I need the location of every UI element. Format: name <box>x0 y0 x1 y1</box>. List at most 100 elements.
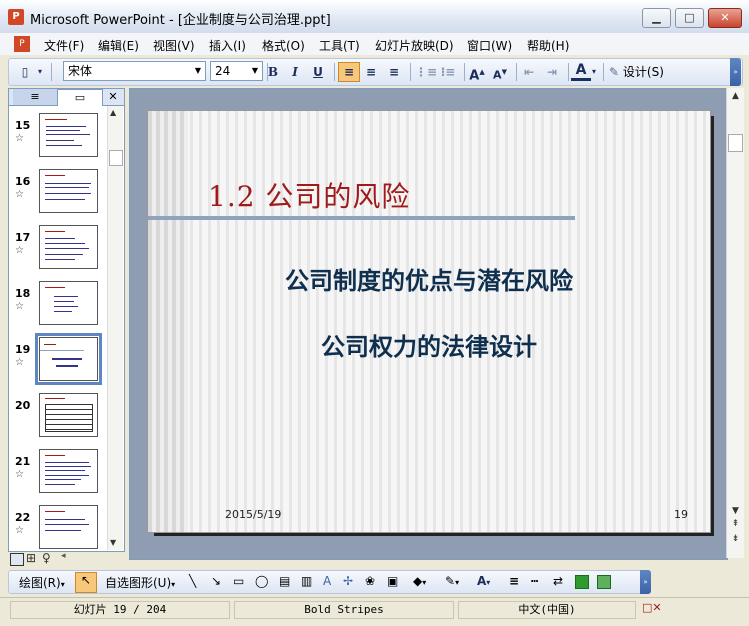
slide-thumbnail-16[interactable] <box>39 169 98 213</box>
bold-button[interactable]: B <box>263 62 283 82</box>
thumbnail-number: 16 <box>15 175 31 188</box>
slide-thumbnail-18[interactable] <box>39 281 98 325</box>
line-icon[interactable]: ╲ <box>189 574 196 588</box>
bullets-icon[interactable]: ⁝≡ <box>438 62 458 82</box>
chevron-down-icon[interactable]: ▼ <box>191 62 205 80</box>
animation-star-icon: ☆ <box>15 357 24 368</box>
status-bar: 幻灯片 19 / 204 Bold Stripes 中文(中国) □✕ <box>0 597 749 626</box>
window-title: Microsoft PowerPoint - [企业制度与公司治理.ppt] <box>30 13 331 28</box>
chevron-down-icon[interactable]: ▼ <box>248 62 262 80</box>
increase-indent-icon[interactable]: ⇥ <box>542 62 562 82</box>
align-center-icon[interactable]: ≡ <box>361 62 381 82</box>
arrow-icon[interactable]: ↘ <box>211 574 221 588</box>
underline-button[interactable]: U <box>308 62 328 82</box>
scroll-left-icon[interactable]: ◂ <box>61 551 66 561</box>
current-slide[interactable]: 1.2 公司的风险 公司制度的优点与潜在风险 公司权力的法律设计 2015/5/… <box>147 110 711 533</box>
scroll-thumb[interactable] <box>728 134 743 152</box>
oval-icon[interactable]: ◯ <box>255 574 268 588</box>
toolbar-divider <box>568 63 569 81</box>
spelling-status-icon[interactable]: □✕ <box>642 601 662 614</box>
slide-thumbnail-19[interactable] <box>35 333 102 385</box>
menu-window[interactable]: 窗口(W) <box>467 37 512 54</box>
clipart-icon[interactable]: ❀ <box>365 574 375 588</box>
fill-color-icon[interactable]: ◆▾ <box>413 574 426 588</box>
diagram-icon[interactable]: ✢ <box>343 574 353 588</box>
new-document-icon[interactable]: ▯ <box>15 62 35 82</box>
scroll-down-icon[interactable]: ▼ <box>727 506 744 516</box>
toolbar-options-icon[interactable]: » <box>730 58 741 86</box>
view-buttons: ⊞ ♀ ◂ <box>8 551 123 567</box>
menu-insert[interactable]: 插入(I) <box>209 37 246 54</box>
textbox-icon[interactable]: ▤ <box>279 574 290 588</box>
line-style-icon[interactable]: ≡ <box>509 574 519 588</box>
slide-sorter-icon[interactable]: ⊞ <box>26 551 36 565</box>
tab-outline[interactable]: ≡ <box>13 89 57 105</box>
tab-slides[interactable]: ▭ <box>57 89 103 106</box>
minimize-button[interactable]: ▁ <box>642 8 671 28</box>
slide-thumbnail-21[interactable] <box>39 449 98 493</box>
slide-body-line-2[interactable]: 公司权力的法律设计 <box>148 327 710 362</box>
thumbnail-number: 22 <box>15 511 31 524</box>
shadow-style-icon[interactable] <box>575 575 589 589</box>
slide-body-line-1[interactable]: 公司制度的优点与潜在风险 <box>148 261 710 296</box>
picture-icon[interactable]: ▣ <box>387 574 398 588</box>
font-name-combo[interactable]: 宋体 ▼ <box>63 61 206 81</box>
font-color-icon[interactable]: A▾ <box>477 574 490 588</box>
menu-slideshow[interactable]: 幻灯片放映(D) <box>375 37 454 54</box>
panel-tabs: ≡ ▭ ✕ <box>9 89 124 106</box>
slide-title[interactable]: 1.2 公司的风险 <box>208 175 410 215</box>
vertical-textbox-icon[interactable]: ▥ <box>301 574 312 588</box>
document-icon[interactable]: P <box>14 36 30 52</box>
align-left-icon[interactable]: ≡ <box>338 62 360 82</box>
slide-thumbnail-17[interactable] <box>39 225 98 269</box>
slide-thumbnail-15[interactable] <box>39 113 98 157</box>
slideshow-icon[interactable]: ♀ <box>42 551 51 565</box>
maximize-button[interactable]: □ <box>675 8 704 28</box>
close-icon[interactable]: ✕ <box>106 89 120 105</box>
menu-format[interactable]: 格式(O) <box>262 37 305 54</box>
scroll-up-icon[interactable]: ▲ <box>110 108 116 117</box>
scroll-down-icon[interactable]: ▼ <box>110 538 116 547</box>
toolbar-divider <box>464 63 465 81</box>
next-slide-icon[interactable]: ⇟ <box>727 534 744 544</box>
3d-style-icon[interactable] <box>597 575 611 589</box>
scroll-up-icon[interactable]: ▲ <box>727 91 744 101</box>
close-button[interactable]: ✕ <box>708 8 742 28</box>
editor-scrollbar[interactable]: ▲ ▼ ⇞ ⇟ <box>726 88 744 558</box>
line-color-icon[interactable]: ✎▾ <box>445 574 459 588</box>
autoshapes-menu[interactable]: 自选图形(U)▾ <box>105 574 175 591</box>
font-color-icon[interactable]: A <box>571 62 591 81</box>
animation-star-icon: ☆ <box>15 525 24 536</box>
decrease-font-icon[interactable]: A▼ <box>490 62 510 82</box>
font-size-combo[interactable]: 24 ▼ <box>210 61 263 81</box>
dash-style-icon[interactable]: ┅ <box>531 574 538 588</box>
powerpoint-app-icon[interactable]: P <box>8 9 24 25</box>
thumbnails-scrollbar[interactable]: ▲ ▼ <box>107 106 123 550</box>
previous-slide-icon[interactable]: ⇞ <box>727 519 744 529</box>
font-color-dropdown-icon[interactable]: ▾ <box>589 62 599 82</box>
increase-font-icon[interactable]: A▲ <box>467 62 487 83</box>
menu-view[interactable]: 视图(V) <box>153 37 195 54</box>
numbering-icon[interactable]: ⋮≡ <box>415 62 437 82</box>
menu-help[interactable]: 帮助(H) <box>527 37 569 54</box>
menu-edit[interactable]: 编辑(E) <box>98 37 139 54</box>
align-right-icon[interactable]: ≡ <box>384 62 404 82</box>
design-button[interactable]: ✎ 设计(S) <box>609 63 664 80</box>
wordart-icon[interactable]: A <box>323 574 331 588</box>
new-dropdown-icon[interactable]: ▾ <box>35 62 45 82</box>
draw-menu-label: 绘图(R) <box>19 576 61 590</box>
thumbnail-number: 15 <box>15 119 31 132</box>
menu-tools[interactable]: 工具(T) <box>319 37 360 54</box>
italic-button[interactable]: I <box>285 62 305 82</box>
arrow-style-icon[interactable]: ⇄ <box>553 574 563 588</box>
select-arrow-icon[interactable]: ↖ <box>75 572 97 593</box>
drawbar-options-icon[interactable]: » <box>640 570 651 594</box>
decrease-indent-icon[interactable]: ⇤ <box>519 62 539 82</box>
menu-file[interactable]: 文件(F) <box>44 37 84 54</box>
scroll-thumb[interactable] <box>109 150 123 166</box>
normal-view-icon[interactable] <box>10 553 24 566</box>
draw-menu[interactable]: 绘图(R)▾ <box>19 574 65 591</box>
slide-thumbnail-20[interactable] <box>39 393 98 437</box>
rectangle-icon[interactable]: ▭ <box>233 574 244 588</box>
slide-thumbnail-22[interactable] <box>39 505 98 549</box>
